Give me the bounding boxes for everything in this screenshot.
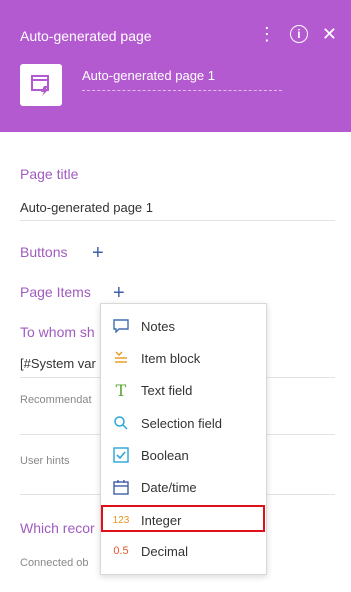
- which-records-label: Which recor: [20, 520, 95, 536]
- menu-item-item-block[interactable]: Item block: [101, 342, 266, 374]
- menu-item-boolean[interactable]: Boolean: [101, 439, 266, 471]
- add-page-item-icon[interactable]: +: [113, 283, 125, 303]
- header-actions: ⋮ i ✕: [258, 24, 337, 44]
- page-type-icon[interactable]: [20, 64, 62, 106]
- page-items-label: Page Items: [20, 284, 91, 300]
- menu-item-decimal[interactable]: 0.5 Decimal: [101, 535, 266, 567]
- menu-item-date-time[interactable]: Date/time: [101, 471, 266, 503]
- date-time-icon: [101, 479, 141, 495]
- close-icon[interactable]: ✕: [322, 24, 337, 44]
- buttons-label: Buttons: [20, 244, 68, 260]
- selection-field-icon: [101, 415, 141, 431]
- menu-item-notes[interactable]: Notes: [101, 310, 266, 342]
- text-field-icon: T: [115, 380, 127, 400]
- integer-highlight-box: [101, 505, 265, 532]
- header-title: Auto-generated page: [20, 28, 152, 44]
- page-items-dropdown: Notes Item block T Text field Selection …: [100, 303, 267, 575]
- to-whom-label: To whom sh: [20, 324, 95, 340]
- system-var-value[interactable]: [#System var: [20, 356, 96, 371]
- info-icon[interactable]: i: [289, 25, 308, 43]
- menu-item-selection-field[interactable]: Selection field: [101, 407, 266, 439]
- page-title-label: Page title: [20, 166, 79, 182]
- item-block-icon: [101, 351, 141, 365]
- page-header: Auto-generated page ⋮ i ✕ Auto-generated…: [0, 0, 351, 132]
- menu-item-text-field[interactable]: T Text field: [101, 374, 266, 406]
- more-options-icon[interactable]: ⋮: [258, 24, 276, 44]
- boolean-icon: [101, 447, 141, 463]
- connected-objects-label: Connected ob: [20, 557, 89, 569]
- decimal-icon: 0.5: [113, 545, 129, 557]
- divider: [20, 220, 335, 221]
- recommendations-label: Recommendat: [20, 394, 92, 406]
- page-name-field[interactable]: Auto-generated page 1: [82, 68, 282, 91]
- notes-icon: [101, 319, 141, 333]
- page-title-input[interactable]: Auto-generated page 1: [20, 200, 153, 215]
- user-hints-label: User hints: [20, 455, 70, 467]
- add-button-icon[interactable]: +: [92, 243, 104, 263]
